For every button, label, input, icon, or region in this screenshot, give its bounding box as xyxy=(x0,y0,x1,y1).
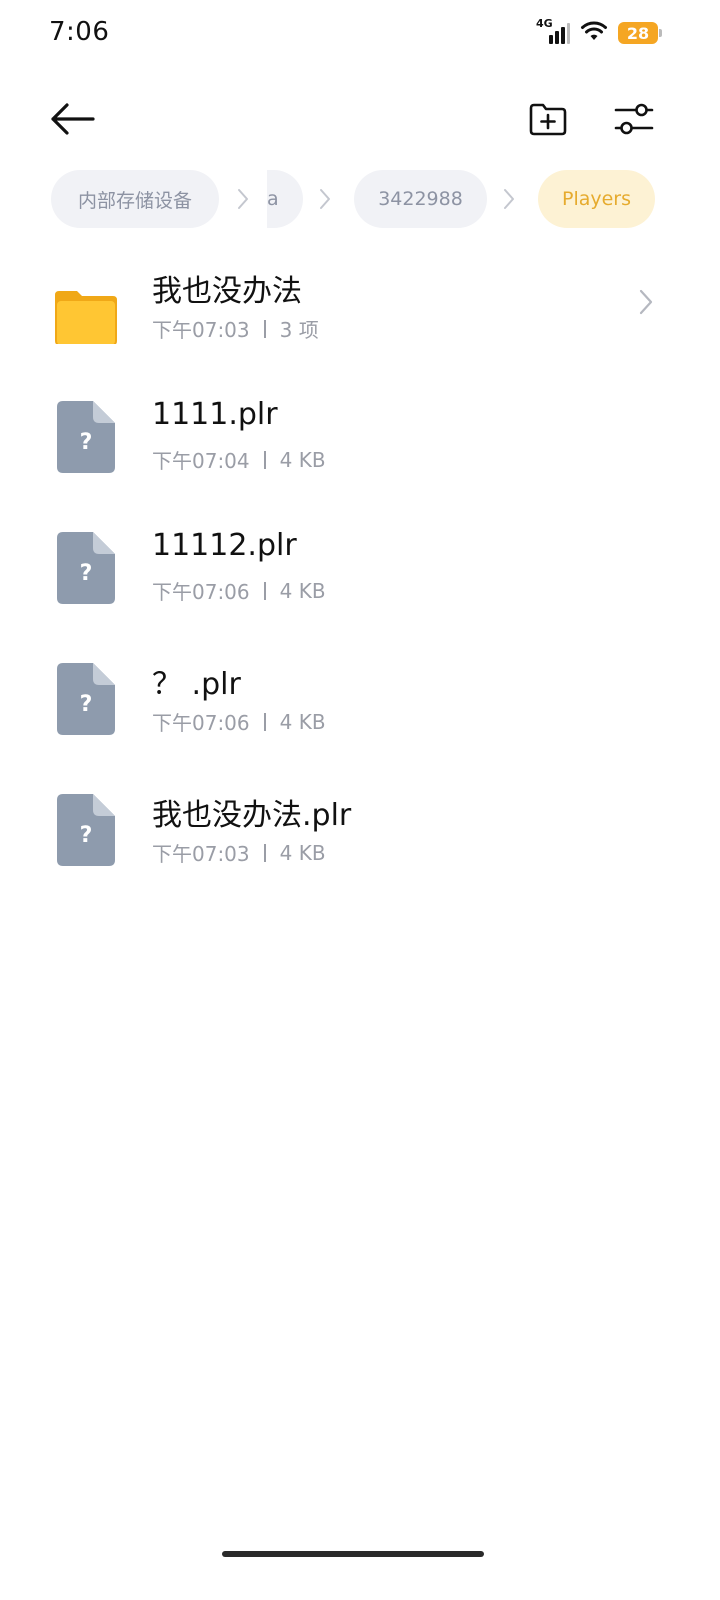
unknown-file-icon: ? xyxy=(57,401,115,473)
svg-text:?: ? xyxy=(80,692,93,717)
chevron-right-icon xyxy=(320,189,330,209)
meta-divider xyxy=(263,843,266,862)
breadcrumb-current-players[interactable]: Players xyxy=(538,170,655,228)
file-meta: 下午07:06 4 KB xyxy=(152,576,326,605)
file-info: 4 KB xyxy=(279,840,326,865)
file-row[interactable]: ? 我也没办法.plr 下午07:03 4 KB xyxy=(0,772,720,892)
new-folder-button[interactable] xyxy=(524,94,572,144)
file-info: 3 项 xyxy=(279,318,319,342)
file-name: 1111.plr xyxy=(152,397,278,432)
meta-divider xyxy=(263,581,266,600)
svg-text:?: ? xyxy=(80,561,93,586)
battery-icon: 28 xyxy=(618,22,662,44)
file-name: ？ .plr xyxy=(152,667,241,702)
file-time: 下午07:06 xyxy=(152,580,250,604)
file-time: 下午07:03 xyxy=(152,842,250,866)
folder-row[interactable]: 我也没办法 下午07:03 3 项 xyxy=(0,248,720,368)
sliders-icon xyxy=(614,103,654,135)
chevron-right-icon xyxy=(238,189,248,209)
file-time: 下午07:04 xyxy=(152,449,250,473)
file-meta: 下午07:03 3 项 xyxy=(152,314,319,343)
file-meta: 下午07:04 4 KB xyxy=(152,445,326,474)
meta-divider xyxy=(263,712,266,731)
file-row[interactable]: ? ？ .plr 下午07:06 4 KB xyxy=(0,641,720,761)
network-type-label: 4G xyxy=(536,17,553,30)
toolbar xyxy=(0,88,720,152)
file-info: 4 KB xyxy=(279,709,326,734)
breadcrumb-folder-a[interactable]: a xyxy=(267,170,303,228)
file-manager-screen: 7:06 4G 28 内部存储设备 a 3422988 Players 我也没办… xyxy=(0,0,720,1600)
chevron-right-icon xyxy=(504,189,514,209)
arrow-left-icon xyxy=(51,103,95,135)
meta-divider xyxy=(263,450,266,469)
home-indicator[interactable] xyxy=(222,1551,484,1557)
file-info: 4 KB xyxy=(279,578,326,603)
filter-settings-button[interactable] xyxy=(610,94,658,144)
back-button[interactable] xyxy=(44,94,100,144)
file-row[interactable]: ? 1111.plr 下午07:04 4 KB xyxy=(0,379,720,499)
unknown-file-icon: ? xyxy=(57,794,115,866)
status-icons: 4G 28 xyxy=(536,17,662,46)
svg-text:?: ? xyxy=(80,823,93,848)
chevron-right-icon xyxy=(639,289,653,315)
file-meta: 下午07:06 4 KB xyxy=(152,707,326,736)
file-row[interactable]: ? 11112.plr 下午07:06 4 KB xyxy=(0,510,720,630)
file-meta: 下午07:03 4 KB xyxy=(152,838,326,867)
file-name: 我也没办法.plr xyxy=(152,798,352,833)
file-name: 我也没办法 xyxy=(152,274,302,309)
breadcrumb: 内部存储设备 a 3422988 Players xyxy=(0,170,720,228)
file-time: 下午07:03 xyxy=(152,318,250,342)
cellular-signal-icon: 4G xyxy=(536,17,570,45)
unknown-file-icon: ? xyxy=(57,532,115,604)
folder-icon xyxy=(55,291,117,344)
folder-plus-icon xyxy=(529,103,567,136)
svg-text:?: ? xyxy=(80,430,93,455)
file-info: 4 KB xyxy=(279,447,326,472)
battery-level: 28 xyxy=(626,23,650,43)
status-bar: 7:06 4G 28 xyxy=(0,0,720,66)
wifi-icon xyxy=(580,20,608,46)
status-time: 7:06 xyxy=(49,17,110,47)
file-name: 11112.plr xyxy=(152,528,297,563)
unknown-file-icon: ? xyxy=(57,663,115,735)
meta-divider xyxy=(263,319,266,338)
breadcrumb-folder-3422988[interactable]: 3422988 xyxy=(354,170,487,228)
file-time: 下午07:06 xyxy=(152,711,250,735)
breadcrumb-internal-storage[interactable]: 内部存储设备 xyxy=(51,170,219,228)
